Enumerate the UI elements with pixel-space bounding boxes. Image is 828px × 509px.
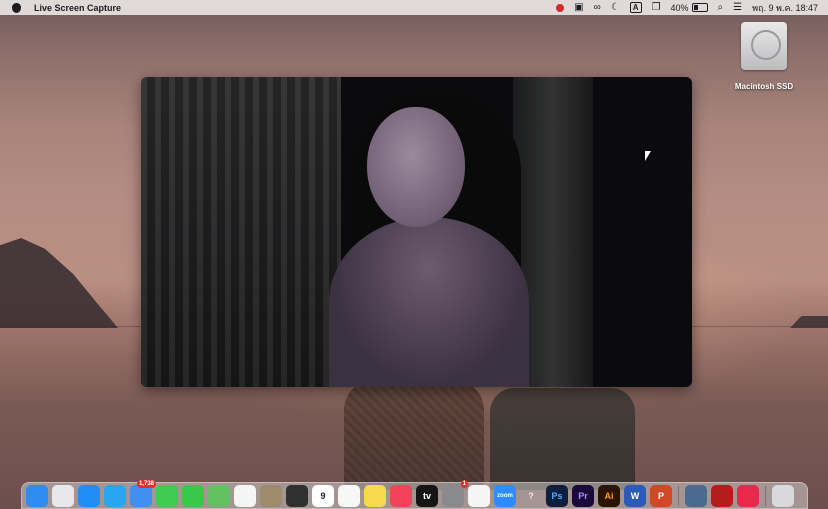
dock-powerpoint-label: P	[657, 490, 664, 501]
capture-background-closet	[141, 77, 341, 387]
dock-separator	[678, 485, 679, 506]
do-not-disturb-icon[interactable]: ☾	[611, 0, 620, 15]
wallpaper-figures	[340, 380, 640, 490]
dock-music-icon[interactable]	[390, 484, 412, 507]
dock-help-label: ?	[528, 490, 534, 501]
recording-indicator-icon[interactable]	[556, 3, 565, 12]
mouse-cursor-icon	[645, 151, 651, 161]
menu-bar: Live Screen Capture ▣ ∞ ☾ A ❐ 40% ⌕ ☰ พฤ…	[0, 0, 828, 15]
hard-drive-icon[interactable]	[741, 22, 787, 70]
dock-launchpad-icon[interactable]	[52, 484, 74, 507]
dock-creative-cloud-icon[interactable]	[737, 484, 759, 507]
dock-chrome-icon[interactable]	[468, 484, 490, 507]
dock-trash-icon[interactable]	[772, 484, 794, 507]
desktop-disk[interactable]: Macintosh SSD	[732, 22, 796, 91]
dock-word-icon[interactable]: W	[624, 484, 646, 507]
capture-person-body	[329, 217, 529, 387]
battery-level-fill	[693, 5, 699, 10]
dock-premiere-label: Pr	[578, 490, 588, 501]
dock-photoshop-icon[interactable]: Ps	[546, 484, 568, 507]
dock-help-icon[interactable]: ?	[520, 485, 542, 507]
dock-reminders-icon[interactable]	[338, 484, 360, 507]
dock-calendar-icon[interactable]: 9	[312, 484, 334, 507]
dock-system-settings-badge: 1	[460, 479, 468, 488]
menu-bar-clock[interactable]: พฤ. 9 พ.ค. 18:47	[752, 1, 818, 15]
dock-zoom-label: zoom	[497, 492, 513, 499]
dock-finder-icon[interactable]	[26, 484, 48, 507]
dock-premiere-icon[interactable]: Pr	[572, 484, 594, 507]
dock-photos-icon[interactable]	[234, 484, 256, 507]
dock-facetime-icon[interactable]	[156, 484, 178, 507]
battery-percent: 40%	[670, 2, 689, 13]
dock-word-label: W	[630, 490, 640, 501]
wallpaper-headland	[0, 238, 118, 328]
dock-illustrator-label: Ai	[604, 490, 614, 501]
dock-photo-booth-icon[interactable]	[711, 484, 733, 507]
menu-bar-status-area: ▣ ∞ ☾ A ❐ 40% ⌕ ☰ พฤ. 9 พ.ค. 18:47	[556, 0, 818, 15]
wallpaper-figure-left	[344, 380, 484, 490]
creative-cloud-icon[interactable]: ∞	[594, 0, 601, 15]
dock-system-settings-icon[interactable]: 1	[442, 479, 468, 507]
dock-illustrator-icon[interactable]: Ai	[598, 484, 620, 507]
battery-icon	[691, 3, 708, 12]
live-capture-window[interactable]	[141, 77, 692, 387]
dock-separator	[765, 485, 766, 506]
apple-menu-icon[interactable]	[12, 2, 21, 13]
dock-photoshop-label: Ps	[551, 490, 563, 501]
desktop-disk-label: Macintosh SSD	[734, 82, 794, 91]
battery-menu[interactable]: 40%	[671, 3, 708, 13]
dock-safari-icon[interactable]	[104, 484, 126, 507]
capture-person-face	[367, 107, 465, 227]
control-center-icon[interactable]: ☰	[733, 0, 742, 15]
dock-app-store-icon[interactable]	[78, 484, 100, 507]
dock-calendar-label: 9	[320, 490, 326, 501]
dock-mail-badge: 1,738	[136, 479, 156, 488]
dock-tv-label: tv	[422, 490, 431, 501]
dock: 1,738 9 tv 1 zoom? Ps Pr Ai W P	[21, 479, 808, 509]
app-name-menu[interactable]: Live Screen Capture	[34, 3, 121, 13]
dock-calculator-icon[interactable]	[286, 484, 308, 507]
dock-maps-icon[interactable]	[208, 484, 230, 507]
dock-notes-icon[interactable]	[364, 484, 386, 507]
dock-zoom-icon[interactable]: zoom	[494, 484, 516, 507]
screens-icon[interactable]: ❐	[652, 0, 661, 15]
dock-powerpoint-icon[interactable]: P	[650, 484, 672, 507]
wallpaper-figure-right	[490, 388, 635, 490]
dock-mail-icon[interactable]: 1,738	[130, 479, 156, 507]
dock-archive-icon[interactable]	[260, 484, 282, 507]
dock-messages-icon[interactable]	[182, 484, 204, 507]
dock-screen-recording-icon[interactable]	[685, 484, 707, 507]
dock-tv-icon[interactable]: tv	[416, 484, 438, 507]
screen-mirroring-icon[interactable]: ▣	[574, 0, 583, 15]
keyboard-input-icon[interactable]: A	[629, 2, 642, 13]
search-icon[interactable]: ⌕	[718, 0, 724, 15]
